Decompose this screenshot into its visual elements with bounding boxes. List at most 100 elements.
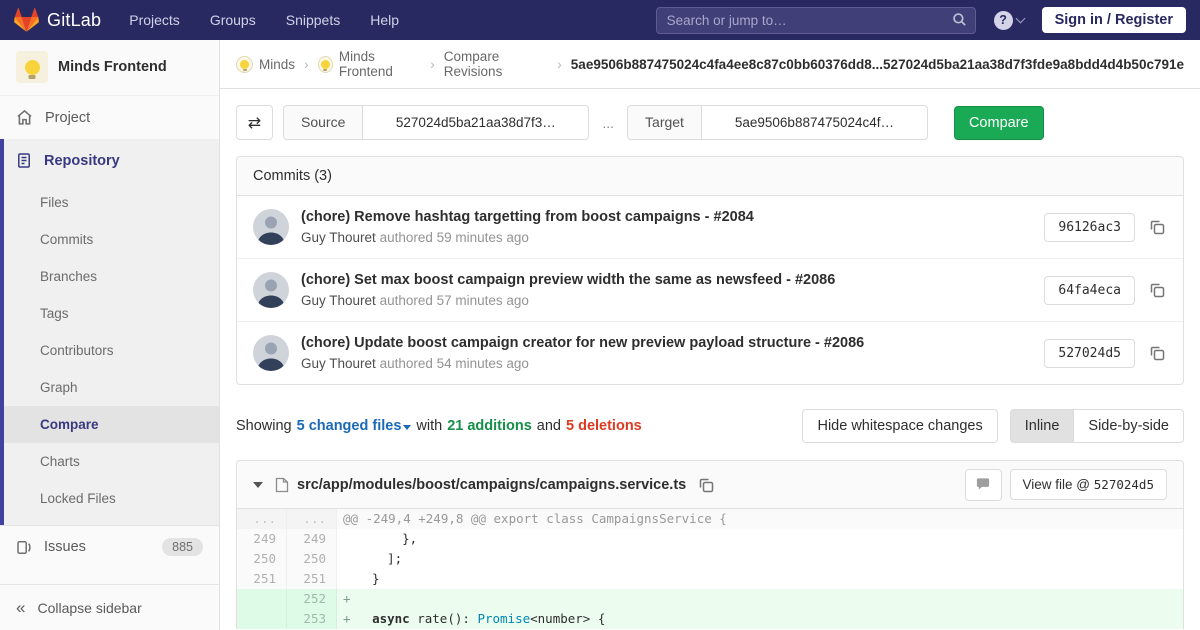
copy-sha-icon[interactable]: [1147, 343, 1167, 363]
sign-in-register-button[interactable]: Sign in / Register: [1042, 7, 1186, 33]
new-line-number[interactable]: 251: [287, 569, 337, 589]
nav-projects[interactable]: Projects: [129, 12, 180, 28]
toggle-comments-button[interactable]: [965, 469, 1002, 501]
commit-row: (chore) Set max boost campaign preview w…: [237, 259, 1183, 322]
commit-author[interactable]: Guy Thouret: [301, 293, 376, 308]
lightbulb-icon: [240, 60, 249, 69]
sidebar-item-compare[interactable]: Compare: [4, 406, 219, 443]
nav-help[interactable]: Help: [370, 12, 399, 28]
code-text: rate():: [410, 611, 478, 626]
sidebar-item-branches[interactable]: Branches: [4, 258, 219, 295]
view-file-sha: 527024d5: [1094, 477, 1154, 492]
collapse-sidebar-label: Collapse sidebar: [37, 600, 141, 616]
swap-revisions-button[interactable]: ⇄: [236, 105, 273, 140]
sidebar-item-charts[interactable]: Charts: [4, 443, 219, 480]
old-line-number[interactable]: 251: [237, 569, 287, 589]
breadcrumb-project-link[interactable]: Minds Frontend: [339, 49, 421, 79]
collapse-diff-icon[interactable]: [253, 482, 263, 488]
double-chevron-left-icon: «: [16, 598, 25, 618]
range-dots: ...: [602, 115, 614, 131]
gitlab-logo[interactable]: GitLab: [14, 8, 101, 33]
collapse-sidebar-button[interactable]: « Collapse sidebar: [0, 584, 219, 630]
source-ref-group: Source 527024d5ba21aa38d7f3…: [283, 105, 589, 140]
code-keyword: async: [372, 611, 410, 626]
commit-row: (chore) Remove hashtag targetting from b…: [237, 196, 1183, 259]
target-label: Target: [627, 105, 702, 140]
commit-title[interactable]: (chore) Remove hashtag targetting from b…: [301, 209, 754, 225]
new-line-number[interactable]: 252: [287, 589, 337, 609]
sidebar-item-graph[interactable]: Graph: [4, 369, 219, 406]
commits-panel: Commits (3) (chore) Remove hashtag targe…: [236, 156, 1184, 385]
search-icon[interactable]: [952, 12, 967, 30]
breadcrumb-page-link[interactable]: Compare Revisions: [444, 49, 548, 79]
top-navbar: GitLab Projects Groups Snippets Help ? S…: [0, 0, 1200, 40]
view-file-button[interactable]: View file @ 527024d5: [1010, 469, 1167, 500]
new-line-number[interactable]: 250: [287, 549, 337, 569]
sidebar-item-commits[interactable]: Commits: [4, 221, 219, 258]
commit-title[interactable]: (chore) Set max boost campaign preview w…: [301, 272, 835, 288]
old-line-number[interactable]: [237, 589, 287, 609]
commit-title[interactable]: (chore) Update boost campaign creator fo…: [301, 335, 864, 351]
code-text: }: [357, 571, 380, 586]
navbar-search: [656, 7, 976, 34]
sidebar-item-locked-files[interactable]: Locked Files: [4, 480, 219, 517]
old-line-number[interactable]: 250: [237, 549, 287, 569]
help-menu[interactable]: ?: [994, 11, 1024, 30]
sidebar-item-project[interactable]: Project: [0, 96, 219, 139]
sidebar-item-repository[interactable]: Repository: [4, 139, 219, 182]
sidebar-project-header[interactable]: Minds Frontend: [0, 40, 219, 96]
old-line-number[interactable]: ...: [237, 509, 287, 529]
commit-author[interactable]: Guy Thouret: [301, 230, 376, 245]
sidebar-item-contributors[interactable]: Contributors: [4, 332, 219, 369]
chevron-down-icon: [1015, 14, 1025, 24]
nav-groups[interactable]: Groups: [210, 12, 256, 28]
lightbulb-icon: [321, 60, 330, 69]
commit-author-avatar[interactable]: [253, 209, 289, 245]
gitlab-tanuki-icon: [14, 8, 39, 33]
commit-sha[interactable]: 527024d5: [1044, 339, 1135, 368]
navbar-links: Projects Groups Snippets Help: [129, 12, 399, 28]
copy-file-path-icon[interactable]: [696, 475, 716, 495]
sidebar-item-files[interactable]: Files: [4, 184, 219, 221]
compare-form: ⇄ Source 527024d5ba21aa38d7f3… ... Targe…: [236, 105, 1184, 140]
diff-line-context: 249 249 },: [237, 529, 1183, 549]
commit-author[interactable]: Guy Thouret: [301, 356, 376, 371]
sidebar-item-issues[interactable]: Issues 885: [0, 525, 219, 568]
sidebar-section-repository: Repository Files Commits Branches Tags C…: [0, 139, 219, 525]
diff-line-added: 253 + async rate(): Promise<number> {: [237, 609, 1183, 629]
diff-line-context: 250 250 ];: [237, 549, 1183, 569]
target-ref-input[interactable]: 5ae9506b887475024c4f…: [702, 105, 928, 140]
commits-panel-header: Commits (3): [237, 157, 1183, 196]
commit-sha[interactable]: 96126ac3: [1044, 213, 1135, 242]
new-line-number[interactable]: 253: [287, 609, 337, 629]
commit-author-avatar[interactable]: [253, 335, 289, 371]
nav-snippets[interactable]: Snippets: [286, 12, 340, 28]
compare-button[interactable]: Compare: [954, 106, 1044, 140]
old-line-number[interactable]: [237, 609, 287, 629]
diff-file-header: src/app/modules/boost/campaigns/campaign…: [237, 461, 1183, 509]
commit-sha[interactable]: 64fa4eca: [1044, 276, 1135, 305]
commit-author-avatar[interactable]: [253, 272, 289, 308]
changed-files-dropdown[interactable]: 5 changed files: [297, 418, 412, 434]
sidebar-item-tags[interactable]: Tags: [4, 295, 219, 332]
copy-sha-icon[interactable]: [1147, 280, 1167, 300]
diff-file-path[interactable]: src/app/modules/boost/campaigns/campaign…: [297, 477, 686, 493]
code-text: ];: [357, 551, 402, 566]
hide-whitespace-button[interactable]: Hide whitespace changes: [802, 409, 997, 443]
source-ref-input[interactable]: 527024d5ba21aa38d7f3…: [363, 105, 589, 140]
diff-line-added: 252 +: [237, 589, 1183, 609]
side-by-side-view-button[interactable]: Side-by-side: [1074, 409, 1184, 443]
code-type: Promise: [477, 611, 530, 626]
inline-view-button[interactable]: Inline: [1010, 409, 1075, 443]
new-line-number[interactable]: 249: [287, 529, 337, 549]
brand-name: GitLab: [47, 10, 101, 31]
search-input[interactable]: [656, 7, 976, 34]
new-line-number[interactable]: ...: [287, 509, 337, 529]
copy-sha-icon[interactable]: [1147, 217, 1167, 237]
breadcrumb-separator: ›: [304, 56, 309, 72]
old-line-number[interactable]: 249: [237, 529, 287, 549]
diff-file-panel: src/app/modules/boost/campaigns/campaign…: [236, 460, 1184, 629]
diff-table: ... ... @@ -249,4 +249,8 @@ export class…: [237, 509, 1183, 629]
issues-icon: [16, 539, 32, 556]
breadcrumb-group-link[interactable]: Minds: [259, 57, 295, 72]
